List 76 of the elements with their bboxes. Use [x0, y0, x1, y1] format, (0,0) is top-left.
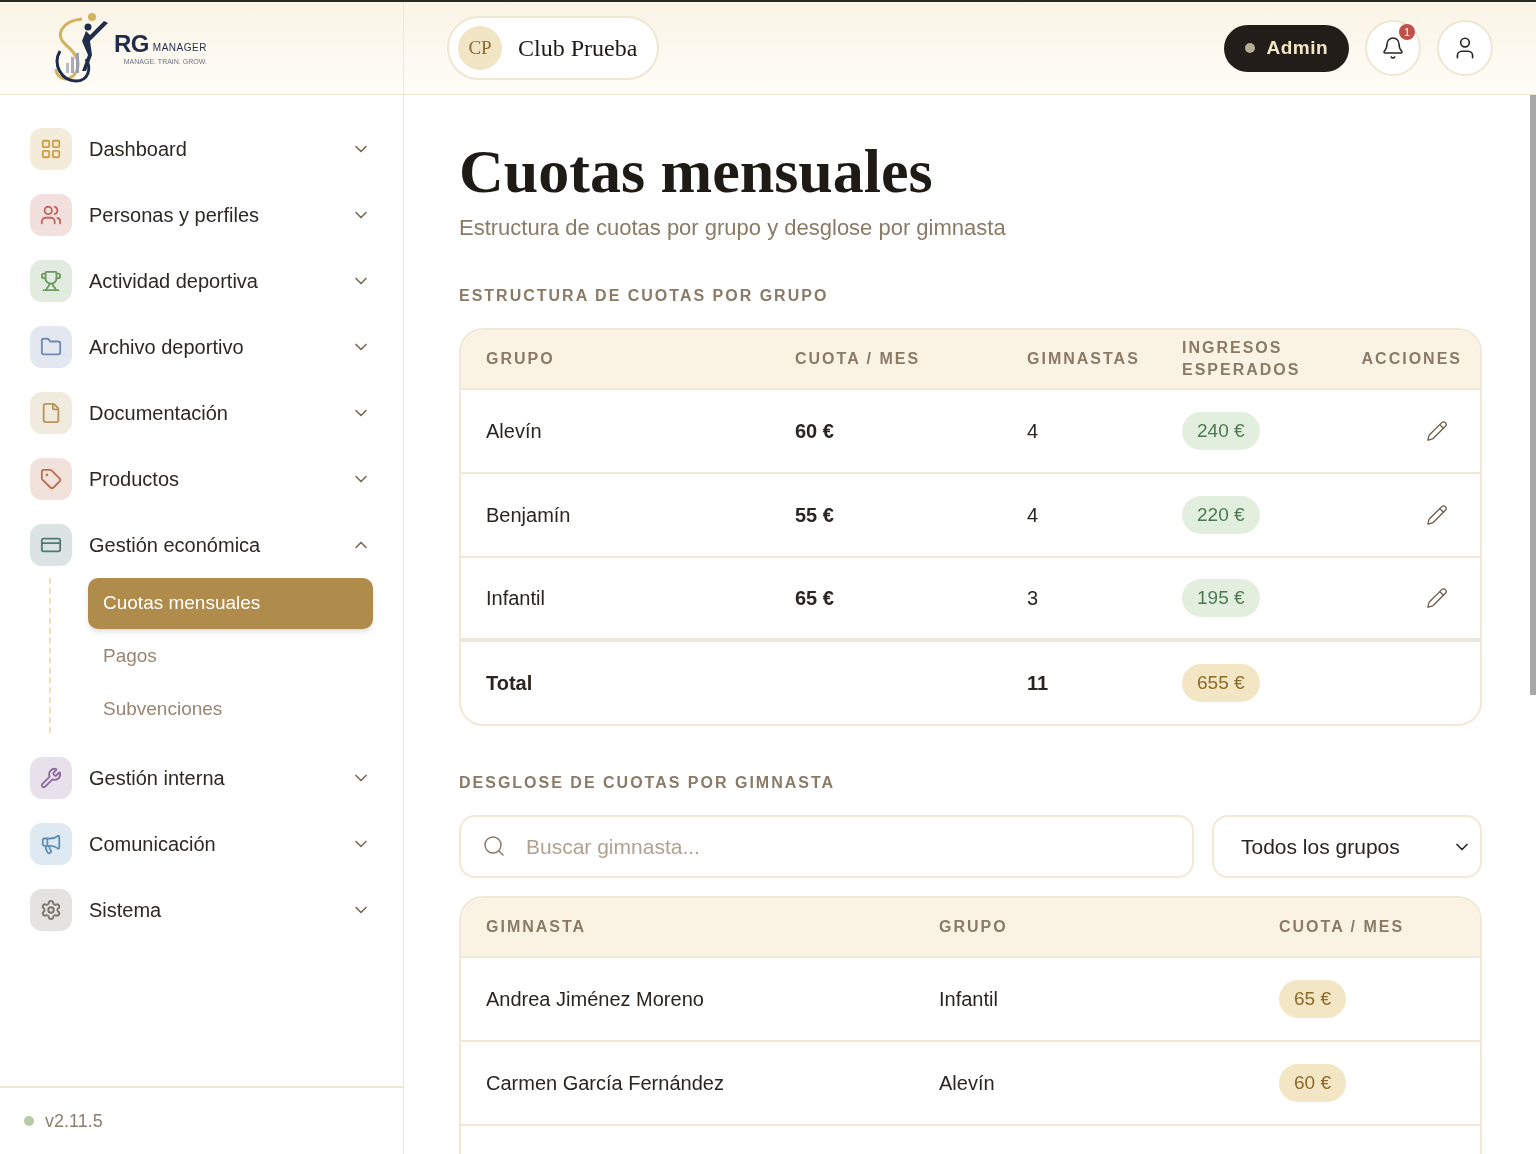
- column-header: GIMNASTA: [485, 917, 588, 937]
- table-cell-text: 4: [1027, 503, 1040, 528]
- sidebar-item[interactable]: Archivo deportivo: [30, 326, 373, 368]
- sidebar-label: Personas y perfiles: [89, 203, 261, 228]
- table-cell-text: Benjamín: [485, 503, 572, 528]
- edit-button[interactable]: [1424, 418, 1450, 444]
- club-initials: CP: [458, 26, 502, 70]
- table-cell-text: Carmen García Fernández: [485, 1071, 725, 1096]
- sidebar-item[interactable]: Sistema: [30, 889, 373, 931]
- logo-mark: RG: [114, 31, 149, 56]
- search-field[interactable]: Buscar gimnasta...: [459, 815, 1194, 878]
- pencil-icon: [1426, 420, 1448, 442]
- bell-icon: [1381, 36, 1405, 60]
- notifications-button[interactable]: 1: [1365, 20, 1421, 76]
- table-cell-text: 65 €: [795, 586, 835, 611]
- submenu-item[interactable]: Subvenciones: [88, 684, 373, 735]
- gymnast-logo-icon: [52, 11, 110, 85]
- edit-button[interactable]: [1424, 585, 1450, 611]
- page-title: Cuotas mensuales: [459, 136, 934, 207]
- table-cell-text: Infantil: [939, 987, 999, 1012]
- column-header: GIMNASTAS: [1027, 349, 1141, 369]
- sidebar-item[interactable]: Actividad deportiva: [30, 260, 373, 302]
- fee-badge: 60 €: [1279, 1064, 1346, 1102]
- total-label: Total: [485, 671, 534, 696]
- sidebar-label: Gestión económica: [89, 533, 262, 558]
- table-cell-text: Andrea Jiménez Moreno: [485, 987, 705, 1012]
- column-header: ACCIONES: [1360, 349, 1463, 369]
- income-badge: 195 €: [1182, 579, 1260, 617]
- sidebar-label: Dashboard: [89, 137, 188, 162]
- column-header: GRUPO: [485, 349, 556, 369]
- table-cell-text: 4: [1027, 419, 1040, 444]
- sidebar-label: Productos: [89, 467, 181, 492]
- section-heading: DESGLOSE DE CUOTAS POR GIMNASTA: [459, 773, 837, 793]
- sidebar-label: Actividad deportiva: [89, 269, 259, 294]
- role-label: Admin: [1266, 35, 1328, 60]
- sidebar-label: Gestión interna: [89, 766, 226, 791]
- sidebar-item[interactable]: Productos: [30, 458, 373, 500]
- sidebar-item[interactable]: Gestión económica: [30, 524, 373, 566]
- table-cell-text: Infantil: [485, 586, 546, 611]
- sidebar-label: Documentación: [89, 401, 229, 426]
- fee-badge: 65 €: [1279, 980, 1346, 1018]
- income-badge: 220 €: [1182, 496, 1260, 534]
- table-cell-text: 3: [1027, 586, 1040, 611]
- sidebar-item[interactable]: Dashboard: [30, 128, 373, 170]
- sidebar-item[interactable]: Documentación: [30, 392, 373, 434]
- club-name: Club Prueba: [518, 34, 638, 63]
- column-header: INGRESOS ESPERADOS: [1182, 338, 1302, 380]
- notification-count: 1: [1399, 24, 1415, 40]
- pencil-icon: [1426, 587, 1448, 609]
- pencil-icon: [1426, 504, 1448, 526]
- page-subtitle: Estructura de cuotas por grupo y desglose por gimnasta: [459, 214, 1007, 242]
- scrollbar-thumb[interactable]: [1530, 95, 1536, 695]
- column-header: CUOTA / MES: [1279, 917, 1406, 937]
- sidebar-item[interactable]: Gestión interna: [30, 757, 373, 799]
- column-header: CUOTA / MES: [795, 349, 922, 369]
- table-cell-text: Alevín: [939, 1071, 996, 1096]
- section-heading: ESTRUCTURA DE CUOTAS POR GRUPO: [459, 286, 830, 306]
- total-gymnasts: 11: [1027, 671, 1050, 696]
- logo-word: MANAGER: [152, 42, 207, 53]
- sidebar-label: Comunicación: [89, 832, 217, 857]
- sidebar-item[interactable]: Personas y perfiles: [30, 194, 373, 236]
- sidebar-item[interactable]: Comunicación: [30, 823, 373, 865]
- search-icon: [482, 834, 506, 858]
- table-cell-text: 55 €: [795, 503, 835, 528]
- edit-button[interactable]: [1424, 502, 1450, 528]
- group-dropdown[interactable]: Todos los grupos: [1212, 815, 1482, 878]
- version-label: v2.11.5: [45, 1109, 103, 1133]
- income-badge: 240 €: [1182, 412, 1260, 450]
- club-selector[interactable]: CP Club Prueba: [447, 16, 660, 80]
- sidebar-label: Sistema: [89, 898, 163, 923]
- table-cell-text: 60 €: [795, 419, 835, 444]
- table-cell-text: Alevín: [485, 419, 543, 444]
- profile-button[interactable]: [1437, 20, 1493, 76]
- column-header: GRUPO: [939, 917, 1009, 937]
- sidebar-label: Archivo deportivo: [89, 335, 245, 360]
- total-badge: 655 €: [1182, 664, 1260, 702]
